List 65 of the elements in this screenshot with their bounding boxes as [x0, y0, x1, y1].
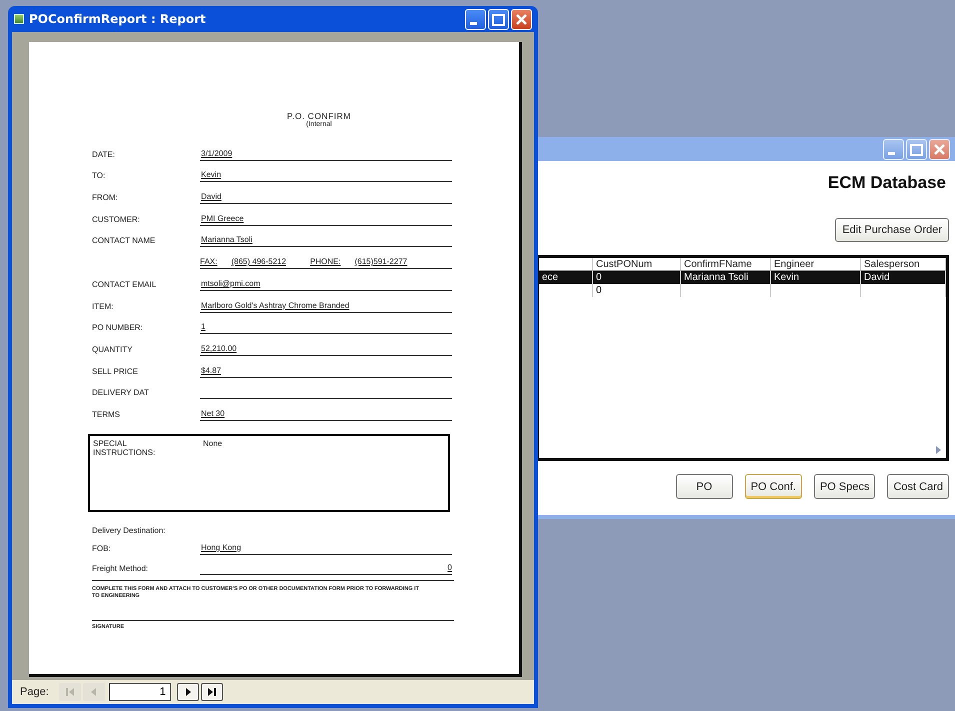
field-label: CONTACT EMAIL	[92, 280, 158, 291]
field-label: SELL PRICE	[92, 366, 139, 378]
table-cell: Kevin	[771, 271, 861, 284]
field-label: Freight Method:	[92, 564, 150, 575]
fax-label: FAX:	[200, 257, 218, 266]
section-label: Delivery Destination:	[92, 526, 166, 535]
close-button[interactable]	[929, 138, 950, 160]
field-label: PO NUMBER:	[92, 323, 144, 334]
scroll-right-icon[interactable]	[933, 445, 943, 455]
field-value: Net 30	[200, 408, 452, 421]
close-icon	[934, 144, 945, 154]
report-button[interactable]: PO Conf.	[744, 474, 802, 499]
field-label: DATE:	[92, 150, 116, 161]
fax-value: (865) 496-5212	[231, 257, 286, 266]
maximize-icon	[910, 144, 923, 156]
table-cell: 0	[593, 271, 681, 284]
page-label: Page:	[20, 686, 49, 698]
database-heading: ECM Database	[828, 173, 946, 193]
phone-label: PHONE:	[310, 257, 341, 266]
close-icon	[516, 14, 527, 24]
window-title: POConfirmReport : Report	[29, 12, 207, 26]
minimize-icon	[470, 22, 477, 24]
page-number-field[interactable]: 1	[108, 683, 171, 701]
table-row[interactable]: 0	[539, 284, 946, 297]
field-value: Marianna Tsoli	[200, 235, 452, 248]
field-value: David	[200, 192, 452, 204]
field-label: CONTACT NAME	[92, 236, 156, 248]
last-page-button[interactable]	[200, 683, 223, 701]
field-label: ITEM:	[92, 302, 114, 312]
table-cell: David	[861, 271, 946, 284]
field-value: 52,210.00	[200, 344, 452, 356]
field-value: 0	[200, 562, 452, 575]
field-value: Kevin	[200, 170, 452, 182]
field-value: $4.87	[200, 366, 452, 378]
field-label: FOB:	[92, 544, 112, 555]
next-page-button[interactable]	[176, 683, 199, 701]
field-value: mtsoli@pmi.com	[200, 278, 452, 291]
field-label: TO:	[92, 171, 106, 182]
field-value: Hong Kong	[200, 542, 452, 555]
maximize-icon	[492, 14, 505, 26]
report-button[interactable]: Cost Card	[887, 474, 949, 499]
field-label: SPECIAL INSTRUCTIONS:	[93, 438, 156, 459]
field-value: 1	[200, 322, 452, 334]
minimize-icon	[888, 152, 895, 154]
field-label: DELIVERY DAT	[92, 388, 150, 400]
report-button[interactable]: PO Specs	[814, 474, 876, 499]
field-value: PMI Greece	[200, 214, 452, 226]
field-label: TERMS	[92, 410, 121, 421]
report-heading: P.O. CONFIRM	[287, 111, 351, 121]
phone-value: (615)591-2277	[354, 257, 408, 266]
table-cell: Marianna Tsoli	[681, 271, 771, 284]
field-value: 3/1/2009	[200, 148, 452, 161]
table-cell: 0	[593, 284, 681, 297]
table-cell: ece	[539, 271, 593, 284]
field-value: None	[203, 438, 222, 448]
edit-purchase-order-button[interactable]: Edit Purchase Order	[835, 218, 949, 242]
first-page-icon	[64, 687, 76, 697]
table-row[interactable]: ece 0 Marianna Tsoli Kevin David	[539, 271, 946, 284]
field-label: CUSTOMER:	[92, 214, 141, 226]
field-value: Marlboro Gold's Ashtray Chrome Branded	[200, 300, 452, 312]
report-icon	[14, 14, 24, 24]
field-label: QUANTITY	[92, 344, 134, 356]
report-button[interactable]: PO	[676, 474, 733, 499]
last-page-icon	[206, 687, 218, 697]
field-label: FROM:	[92, 193, 119, 204]
